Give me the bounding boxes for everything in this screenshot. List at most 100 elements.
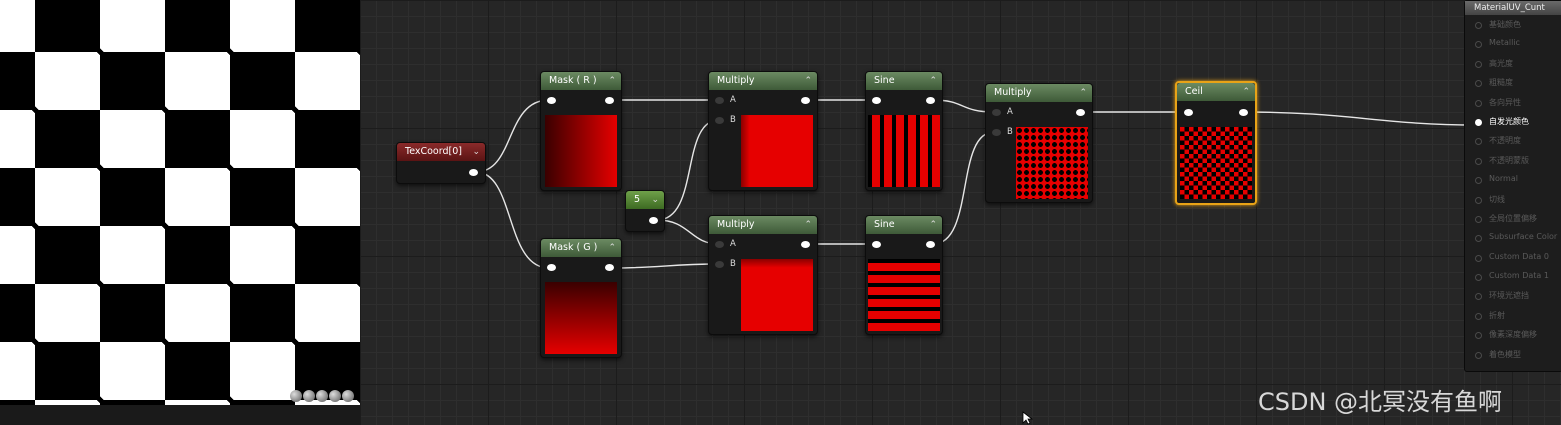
multiply-final-pin-a[interactable] bbox=[992, 109, 1001, 116]
result-pin-dot[interactable] bbox=[1475, 177, 1482, 185]
result-pin-item[interactable]: Custom Data 1 bbox=[1465, 271, 1561, 290]
multiply-top-pin-b-label: B bbox=[730, 115, 736, 125]
multiply-final-pin-b[interactable] bbox=[992, 129, 1001, 136]
mask-g-node-header[interactable]: Mask ( G ) ⌃ bbox=[541, 239, 621, 257]
collapse-icon[interactable]: ⌃ bbox=[804, 72, 812, 90]
sine-bottom-node-header[interactable]: Sine ⌃ bbox=[866, 216, 942, 234]
result-pin-dot[interactable] bbox=[1475, 138, 1482, 146]
texcoord-node-header[interactable]: TexCoord[0] ⌄ bbox=[397, 143, 485, 161]
plane-preview-icon[interactable] bbox=[316, 390, 328, 402]
result-pin-item[interactable]: 环境光遮挡 bbox=[1465, 290, 1561, 309]
result-pin-item[interactable]: Metallic bbox=[1465, 38, 1561, 57]
cylinder-preview-icon[interactable] bbox=[290, 390, 302, 402]
result-pin-dot[interactable] bbox=[1475, 118, 1482, 126]
collapse-icon[interactable]: ⌃ bbox=[608, 72, 616, 90]
cube-preview-icon[interactable] bbox=[329, 390, 341, 402]
collapse-icon[interactable]: ⌃ bbox=[1079, 84, 1087, 102]
sine-top-input-pin[interactable] bbox=[872, 97, 881, 104]
multiply-top-node[interactable]: Multiply ⌃ A B bbox=[708, 71, 818, 191]
mask-r-output-pin[interactable] bbox=[605, 97, 614, 104]
result-pin-dot[interactable] bbox=[1475, 293, 1482, 301]
sine-top-node-header[interactable]: Sine ⌃ bbox=[866, 72, 942, 90]
ceil-output-pin[interactable] bbox=[1239, 109, 1248, 116]
teapot-preview-icon[interactable] bbox=[342, 390, 354, 402]
mask-g-node[interactable]: Mask ( G ) ⌃ bbox=[540, 238, 622, 358]
result-pin-dot[interactable] bbox=[1475, 99, 1482, 107]
multiply-final-node-header[interactable]: Multiply ⌃ bbox=[986, 84, 1092, 102]
mask-g-output-pin[interactable] bbox=[605, 264, 614, 271]
result-pin-dot[interactable] bbox=[1475, 235, 1482, 243]
result-pin-dot[interactable] bbox=[1475, 215, 1482, 223]
mask-g-input-pin[interactable] bbox=[547, 264, 556, 271]
material-preview-viewport[interactable] bbox=[0, 0, 360, 405]
result-pin-item[interactable]: 折射 bbox=[1465, 310, 1561, 329]
mask-r-node-header[interactable]: Mask ( R ) ⌃ bbox=[541, 72, 621, 90]
result-pin-item[interactable]: Subsurface Color bbox=[1465, 232, 1561, 251]
viewport-shape-toolbar[interactable] bbox=[290, 390, 354, 404]
result-pin-item[interactable]: 着色模型 bbox=[1465, 349, 1561, 368]
result-pin-item[interactable]: 粗糙度 bbox=[1465, 77, 1561, 96]
result-pin-dot[interactable] bbox=[1475, 41, 1482, 49]
ceil-node[interactable]: Ceil ⌃ bbox=[1175, 81, 1257, 205]
ceil-input-pin[interactable] bbox=[1184, 109, 1193, 116]
multiply-bottom-pin-a[interactable] bbox=[715, 241, 724, 248]
result-pin-dot[interactable] bbox=[1475, 254, 1482, 262]
collapse-icon[interactable]: ⌃ bbox=[929, 72, 937, 90]
collapse-icon[interactable]: ⌃ bbox=[929, 216, 937, 234]
multiply-final-output-pin[interactable] bbox=[1076, 109, 1085, 116]
chevron-down-icon[interactable]: ⌄ bbox=[651, 191, 659, 209]
sphere-preview-icon[interactable] bbox=[303, 390, 315, 402]
texcoord-node[interactable]: TexCoord[0] ⌄ bbox=[396, 142, 486, 184]
multiply-top-pin-a[interactable] bbox=[715, 97, 724, 104]
material-result-node[interactable]: MaterialUV_Cunt 基础颜色 Metallic 高光度 粗糙度 各向异性 自发… bbox=[1464, 0, 1561, 372]
multiply-bottom-node-header[interactable]: Multiply ⌃ bbox=[709, 216, 817, 234]
result-pin-dot[interactable] bbox=[1475, 80, 1482, 88]
result-pin-dot[interactable] bbox=[1475, 274, 1482, 282]
collapse-icon[interactable]: ⌃ bbox=[804, 216, 812, 234]
result-pin-item[interactable]: 像素深度偏移 bbox=[1465, 329, 1561, 348]
sine-bottom-node[interactable]: Sine ⌃ bbox=[865, 215, 943, 335]
result-pin-item[interactable]: Custom Data 0 bbox=[1465, 252, 1561, 271]
mask-r-node[interactable]: Mask ( R ) ⌃ bbox=[540, 71, 622, 191]
ceil-node-header[interactable]: Ceil ⌃ bbox=[1177, 83, 1255, 101]
constant-node[interactable]: 5 ⌄ bbox=[625, 190, 665, 232]
result-pin-dot[interactable] bbox=[1475, 332, 1482, 340]
result-pin-dot[interactable] bbox=[1475, 60, 1482, 68]
multiply-final-node[interactable]: Multiply ⌃ A B bbox=[985, 83, 1093, 203]
result-pin-dot[interactable] bbox=[1475, 312, 1482, 320]
result-pin-item[interactable]: 不透明蒙版 bbox=[1465, 155, 1561, 174]
chevron-down-icon[interactable]: ⌄ bbox=[472, 143, 480, 161]
texcoord-output-pin[interactable] bbox=[469, 169, 478, 176]
result-pin-item[interactable]: 不透明度 bbox=[1465, 135, 1561, 154]
mask-r-input-pin[interactable] bbox=[547, 97, 556, 104]
multiply-top-output-pin[interactable] bbox=[801, 97, 810, 104]
sine-top-output-pin[interactable] bbox=[926, 97, 935, 104]
multiply-bottom-node[interactable]: Multiply ⌃ A B bbox=[708, 215, 818, 335]
constant-node-header[interactable]: 5 ⌄ bbox=[626, 191, 664, 209]
mouse-cursor-icon bbox=[1022, 411, 1034, 425]
sine-bottom-input-pin[interactable] bbox=[872, 241, 881, 248]
multiply-top-pin-b[interactable] bbox=[715, 117, 724, 124]
sine-bottom-output-pin[interactable] bbox=[926, 241, 935, 248]
material-graph-canvas[interactable] bbox=[360, 0, 1561, 425]
constant-node-value: 5 bbox=[634, 194, 641, 205]
result-pin-dot[interactable] bbox=[1475, 196, 1482, 204]
result-pin-dot[interactable] bbox=[1475, 157, 1482, 165]
constant-output-pin[interactable] bbox=[649, 217, 658, 224]
mask-r-preview bbox=[545, 115, 617, 187]
result-pin-item[interactable]: 全局位置偏移 bbox=[1465, 213, 1561, 232]
result-pin-item[interactable]: 基础颜色 bbox=[1465, 19, 1561, 38]
result-pin-item[interactable]: Normal bbox=[1465, 174, 1561, 193]
multiply-top-node-header[interactable]: Multiply ⌃ bbox=[709, 72, 817, 90]
multiply-bottom-pin-b[interactable] bbox=[715, 261, 724, 268]
result-pin-item[interactable]: 高光度 bbox=[1465, 58, 1561, 77]
result-pin-item[interactable]: 切线 bbox=[1465, 194, 1561, 213]
collapse-icon[interactable]: ⌃ bbox=[608, 239, 616, 257]
sine-top-node[interactable]: Sine ⌃ bbox=[865, 71, 943, 191]
result-pin-dot[interactable] bbox=[1475, 351, 1482, 359]
result-pin-dot[interactable] bbox=[1475, 22, 1482, 29]
multiply-bottom-output-pin[interactable] bbox=[801, 241, 810, 248]
result-pin-item[interactable]: 各向异性 bbox=[1465, 97, 1561, 116]
result-pin-item[interactable]: 自发光颜色 bbox=[1465, 116, 1561, 135]
collapse-icon[interactable]: ⌃ bbox=[1242, 83, 1250, 101]
